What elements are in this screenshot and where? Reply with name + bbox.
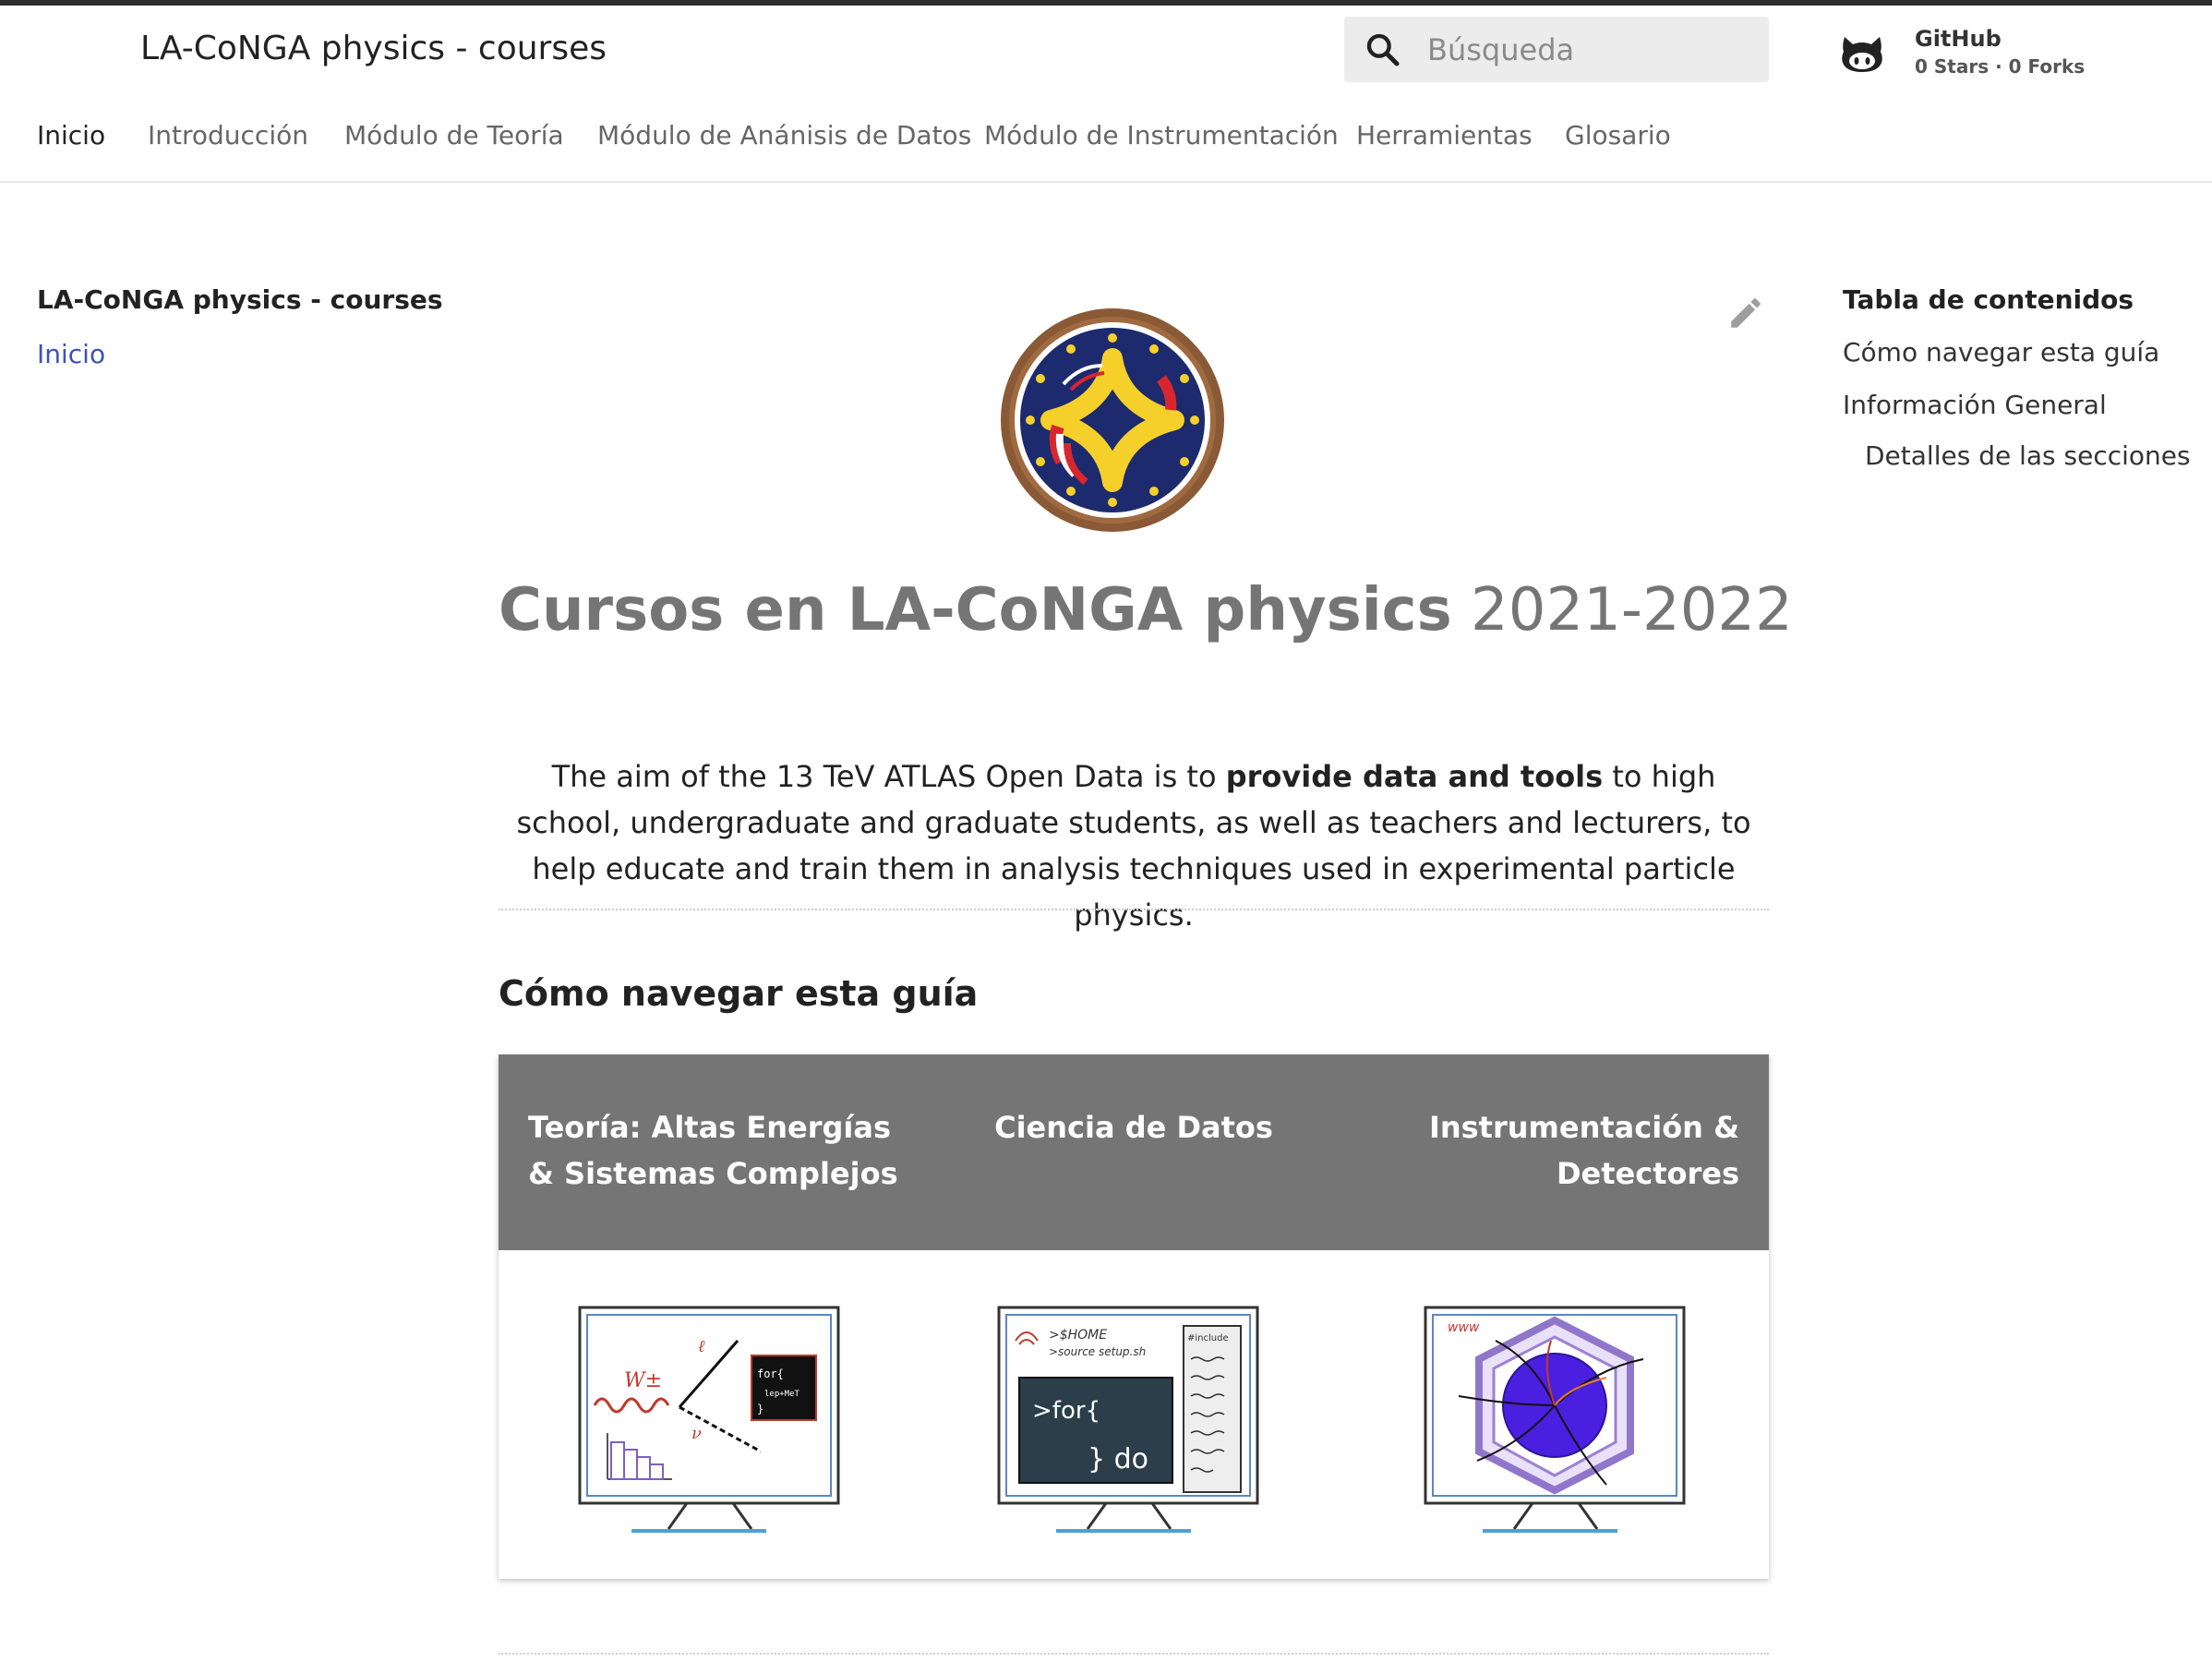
data-cmd-home: >$HOME — [1049, 1328, 1107, 1343]
theory-l-label: ℓ — [698, 1337, 705, 1356]
detector-www-label: www — [1448, 1320, 1480, 1335]
theory-w-label: W± — [624, 1369, 662, 1392]
divider — [499, 909, 1769, 910]
card-header: Teoría: Altas Energías & Sistemas Comple… — [499, 1054, 1769, 1250]
toc-item-informacion-general[interactable]: Información General — [1843, 390, 2191, 420]
search-input[interactable] — [1425, 28, 1752, 72]
site-title[interactable]: LA-CoNGA physics - courses — [140, 30, 607, 67]
page-title-main: Cursos en LA-CoNGA physics — [499, 576, 1452, 644]
site-header: LA-CoNGA physics - courses GitHub 0 Star… — [0, 6, 2212, 183]
theory-nu-label: ν — [691, 1424, 702, 1443]
theory-code-line2: lep+MeT — [764, 1390, 800, 1399]
toc-title: Tabla de contenidos — [1843, 284, 2134, 315]
detector-monitor-icon[interactable]: www — [1422, 1304, 1689, 1544]
navigation-card: Teoría: Altas Energías & Sistemas Comple… — [499, 1054, 1769, 1579]
sidebar-title: LA-CoNGA physics - courses — [37, 284, 443, 315]
column-title-ciencia-datos[interactable]: Ciencia de Datos — [940, 1104, 1328, 1150]
tab-inicio[interactable]: Inicio — [37, 120, 105, 151]
theory-monitor-icon[interactable]: W± ℓ ν for{ lep+MeT } — [576, 1304, 844, 1544]
theory-code-line3: } — [757, 1403, 763, 1415]
divider-bottom — [499, 1653, 1769, 1655]
intro-paragraph: The aim of the 13 TeV ATLAS Open Data is… — [499, 753, 1769, 938]
tab-modulo-instrumentacion[interactable]: Módulo de Instrumentación — [984, 120, 1339, 151]
tab-introduccion[interactable]: Introducción — [148, 120, 308, 151]
search-icon — [1366, 33, 1400, 66]
sidebar-item-inicio[interactable]: Inicio — [37, 339, 443, 369]
data-science-monitor-icon[interactable]: >$HOME >source setup.sh #include >for{ }… — [995, 1304, 1263, 1544]
tab-modulo-analisis-datos[interactable]: Módulo de Anánisis de Datos — [597, 120, 971, 151]
tab-glosario[interactable]: Glosario — [1565, 120, 1671, 151]
page-title-years: 2021-2022 — [1471, 576, 1793, 644]
theory-code-line1: for{ — [757, 1367, 784, 1380]
data-code-line1: >for{ — [1032, 1397, 1100, 1425]
data-include-label: #include — [1187, 1333, 1229, 1343]
github-icon — [1842, 37, 1882, 72]
toc-item-como-navegar[interactable]: Cómo navegar esta guía — [1843, 337, 2191, 367]
table-of-contents: Tabla de contenidos Cómo navegar esta gu… — [1843, 284, 2191, 471]
data-cmd-source: >source setup.sh — [1049, 1345, 1146, 1358]
left-sidebar: LA-CoNGA physics - courses Inicio — [37, 284, 443, 369]
intro-text-bold: provide data and tools — [1225, 759, 1604, 794]
tab-modulo-teoria[interactable]: Módulo de Teoría — [344, 120, 564, 151]
section-heading: Cómo navegar esta guía — [499, 973, 979, 1014]
column-title-teoria[interactable]: Teoría: Altas Energías & Sistemas Comple… — [528, 1104, 916, 1197]
search-box[interactable] — [1344, 17, 1769, 82]
github-stats: 0 Stars · 0 Forks — [1915, 55, 2086, 78]
intro-text-start: The aim of the 13 TeV ATLAS Open Data is… — [551, 759, 1226, 794]
page-title: Cursos en LA-CoNGA physics 2021-2022 — [499, 576, 1793, 644]
github-link[interactable]: GitHub 0 Stars · 0 Forks — [1839, 22, 2085, 81]
toc-item-detalles-secciones[interactable]: Detalles de las secciones — [1843, 440, 2191, 471]
column-title-instrumentacion[interactable]: Instrumentación & Detectores — [1352, 1104, 1739, 1197]
data-code-line2: } do — [1088, 1443, 1148, 1475]
tab-herramientas[interactable]: Herramientas — [1356, 120, 1533, 151]
edit-icon[interactable] — [1726, 294, 1765, 332]
github-label: GitHub — [1915, 26, 2002, 52]
laconga-logo — [1001, 308, 1224, 532]
